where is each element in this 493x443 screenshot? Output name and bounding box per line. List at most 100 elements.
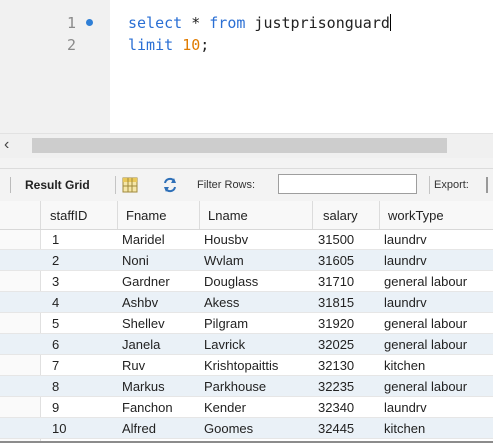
column-header-lname[interactable]: Lname (208, 208, 248, 223)
table-row[interactable]: 1 Maridel Housbv 31500 laundrv (0, 229, 493, 250)
scrollbar-thumb[interactable] (32, 138, 447, 153)
select-star: * (182, 14, 210, 32)
salary-cell[interactable]: 32130 (318, 358, 354, 373)
table-row[interactable]: 3 Gardner Douglass 31710 general labour (0, 271, 493, 292)
panel-divider (0, 158, 493, 168)
table-row[interactable]: 6 Janela Lavrick 32025 general labour (0, 334, 493, 355)
keyword-select: select (128, 14, 183, 32)
scroll-left-icon[interactable]: ‹ (4, 136, 9, 154)
toolbar-separator (429, 176, 430, 194)
table-row[interactable]: 7 Ruv Krishtopaittis 32130 kitchen (0, 355, 493, 376)
staffid-cell[interactable]: 4 (52, 295, 59, 310)
column-header-salary[interactable]: salary (323, 208, 358, 223)
lname-cell[interactable]: Pilgram (204, 316, 248, 331)
fname-cell[interactable]: Fanchon (122, 400, 173, 415)
salary-cell[interactable]: 31710 (318, 274, 354, 289)
salary-cell[interactable]: 31920 (318, 316, 354, 331)
worktype-cell[interactable]: laundrv (384, 253, 427, 268)
toolbar-grip (10, 177, 11, 193)
column-divider[interactable] (117, 201, 118, 229)
fname-cell[interactable]: Noni (122, 253, 149, 268)
worktype-cell[interactable]: general labour (384, 337, 467, 352)
keyword-from: from (209, 14, 246, 32)
table-row[interactable]: 4 Ashbv Akess 31815 laundrv (0, 292, 493, 313)
lname-cell[interactable]: Douglass (204, 274, 258, 289)
editor-horizontal-scrollbar[interactable]: ‹ (0, 133, 493, 158)
row-divider (0, 438, 493, 439)
staffid-cell[interactable]: 9 (52, 400, 59, 415)
lname-cell[interactable]: Wvlam (204, 253, 244, 268)
table-row[interactable]: 9 Fanchon Kender 32340 laundrv (0, 397, 493, 418)
table-row[interactable]: 8 Markus Parkhouse 32235 general labour (0, 376, 493, 397)
staffid-cell[interactable]: 7 (52, 358, 59, 373)
filter-rows-label: Filter Rows: (197, 179, 256, 191)
fname-cell[interactable]: Markus (122, 379, 165, 394)
column-header-worktype[interactable]: workType (388, 208, 444, 223)
table-row[interactable]: 10 Alfred Goomes 32445 kitchen (0, 418, 493, 439)
worktype-cell[interactable]: kitchen (384, 421, 425, 436)
staffid-cell[interactable]: 8 (52, 379, 59, 394)
sql-editor[interactable]: 1 2 select * from justprisonguard limit … (0, 0, 493, 133)
table-row[interactable]: 2 Noni Wvlam 31605 laundrv (0, 250, 493, 271)
text-caret (389, 14, 391, 31)
fname-cell[interactable]: Janela (122, 337, 160, 352)
column-divider[interactable] (312, 201, 313, 229)
code-line-1[interactable]: select * from justprisonguard (128, 14, 391, 32)
salary-cell[interactable]: 31815 (318, 295, 354, 310)
fname-cell[interactable]: Gardner (122, 274, 170, 289)
result-toolbar: Result Grid Filter Rows: Export: (0, 168, 493, 202)
lname-cell[interactable]: Goomes (204, 421, 253, 436)
staffid-cell[interactable]: 1 (52, 232, 59, 247)
limit-number: 10 (182, 36, 201, 54)
fname-cell[interactable]: Alfred (122, 421, 156, 436)
salary-cell[interactable]: 32340 (318, 400, 354, 415)
worktype-cell[interactable]: general labour (384, 274, 467, 289)
worktype-cell[interactable]: laundrv (384, 295, 427, 310)
worktype-cell[interactable]: kitchen (384, 358, 425, 373)
result-grid[interactable]: staffID Fname Lname salary workType 1 Mar… (0, 201, 493, 443)
column-header-staffid[interactable]: staffID (50, 208, 87, 223)
salary-cell[interactable]: 31500 (318, 232, 354, 247)
fname-cell[interactable]: Ruv (122, 358, 145, 373)
salary-cell[interactable]: 32025 (318, 337, 354, 352)
fname-cell[interactable]: Ashbv (122, 295, 158, 310)
column-divider[interactable] (199, 201, 200, 229)
worktype-cell[interactable]: laundrv (384, 400, 427, 415)
lname-cell[interactable]: Akess (204, 295, 239, 310)
lname-cell[interactable]: Housbv (204, 232, 248, 247)
result-grid-tab[interactable]: Result Grid (25, 178, 90, 192)
staffid-cell[interactable]: 2 (52, 253, 59, 268)
worktype-cell[interactable]: laundrv (384, 232, 427, 247)
toolbar-separator (115, 176, 116, 194)
salary-cell[interactable]: 32235 (318, 379, 354, 394)
code-line-2[interactable]: limit 10; (128, 36, 209, 54)
semicolon: ; (200, 36, 210, 54)
export-button[interactable]: Export: (434, 179, 469, 191)
filter-rows-input[interactable] (278, 174, 417, 194)
worktype-cell[interactable]: general labour (384, 316, 467, 331)
staffid-cell[interactable]: 3 (52, 274, 59, 289)
salary-cell[interactable]: 31605 (318, 253, 354, 268)
lname-cell[interactable]: Lavrick (204, 337, 245, 352)
grid-header: staffID Fname Lname salary workType (0, 201, 493, 230)
staffid-cell[interactable]: 5 (52, 316, 59, 331)
fname-cell[interactable]: Maridel (122, 232, 165, 247)
table-name: justprisonguard (245, 14, 390, 32)
table-row[interactable]: 5 Shellev Pilgram 31920 general labour (0, 313, 493, 334)
fname-cell[interactable]: Shellev (122, 316, 165, 331)
lname-cell[interactable]: Kender (204, 400, 246, 415)
lname-cell[interactable]: Krishtopaittis (204, 358, 278, 373)
column-header-fname[interactable]: Fname (126, 208, 166, 223)
column-divider[interactable] (379, 201, 380, 229)
staffid-cell[interactable]: 6 (52, 337, 59, 352)
column-divider[interactable] (40, 201, 41, 229)
grid-view-icon[interactable] (122, 177, 138, 193)
worktype-cell[interactable]: general labour (384, 379, 467, 394)
salary-cell[interactable]: 32445 (318, 421, 354, 436)
statement-marker-icon (86, 19, 93, 26)
lname-cell[interactable]: Parkhouse (204, 379, 266, 394)
staffid-cell[interactable]: 10 (52, 421, 66, 436)
refresh-icon[interactable] (162, 177, 178, 193)
export-icon[interactable] (486, 177, 488, 193)
line-gutter: 1 2 (0, 0, 110, 133)
